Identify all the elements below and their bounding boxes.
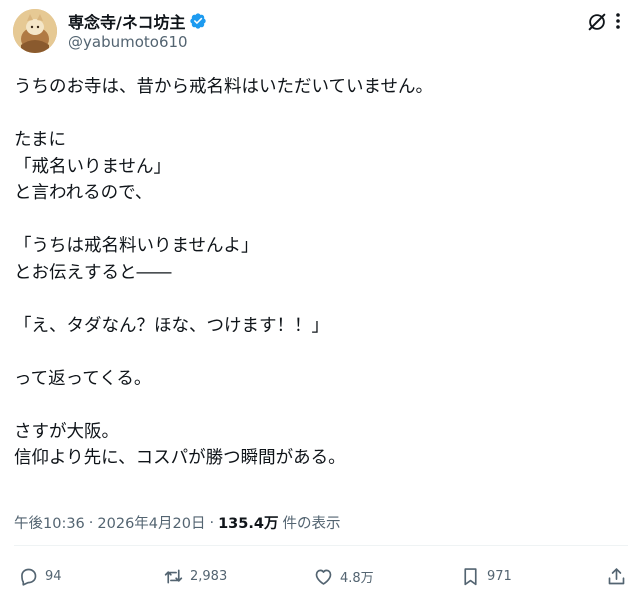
views-label: 件の表示	[282, 516, 341, 532]
divider	[14, 545, 628, 546]
like-icon	[313, 566, 334, 587]
bookmark-icon	[460, 566, 481, 587]
repost-icon	[163, 566, 184, 587]
action-bar: 94 2,983 4.8万 971	[0, 562, 640, 590]
more-icon[interactable]	[608, 10, 628, 32]
grok-icon[interactable]	[586, 11, 608, 33]
like-count: 4.8万	[340, 570, 374, 586]
reply-count: 94	[45, 568, 62, 584]
post-line: さすが大阪。	[14, 421, 119, 442]
tweet: 専念寺/ネコ坊主 @yabumoto610 うちのお寺は、昔から戒名料はいただい…	[0, 0, 640, 593]
post-line: 「え、タダなん？ほな、つけます！！」	[14, 315, 329, 336]
name-row: 専念寺/ネコ坊主	[68, 10, 207, 32]
bookmark-button[interactable]: 971	[460, 562, 512, 590]
post-line	[14, 392, 624, 419]
avatar-image	[13, 9, 57, 53]
avatar[interactable]	[13, 9, 57, 53]
post-line: って返ってくる。	[14, 368, 152, 389]
post-line: 信仰より先に、コスパが勝つ瞬間がある。	[14, 448, 346, 468]
share-button[interactable]	[606, 562, 627, 590]
reply-icon	[18, 566, 39, 587]
user-handle[interactable]: @yabumoto610	[68, 33, 188, 51]
post-line	[14, 101, 624, 128]
post-line: 「うちは戒名料いりませんよ」	[14, 236, 259, 256]
post-line: とお伝えすると――	[14, 262, 172, 283]
post-meta: 午後10:36 · 2026年4月20日 · 135.4万 件の表示	[14, 512, 340, 533]
post-date[interactable]: 2026年4月20日	[97, 512, 205, 533]
post-line	[14, 286, 624, 313]
verified-badge-icon	[189, 12, 207, 30]
post-time[interactable]: 午後10:36	[14, 512, 85, 533]
share-icon	[606, 566, 627, 587]
repost-button[interactable]: 2,983	[163, 562, 227, 590]
reply-button[interactable]: 94	[18, 562, 62, 590]
post-line	[14, 207, 624, 234]
post-line: たまに	[14, 130, 66, 150]
like-button[interactable]: 4.8万	[313, 562, 374, 590]
display-name[interactable]: 専念寺/ネコ坊主	[68, 9, 186, 33]
repost-count: 2,983	[190, 568, 228, 584]
meta-separator: ·	[88, 514, 94, 531]
post-line	[14, 339, 624, 366]
post-text: うちのお寺は、昔から戒名料はいただいていません。 たまに 「戒名いりません」 と…	[14, 74, 624, 472]
post-line: うちのお寺は、昔から戒名料はいただいていません。	[14, 77, 433, 97]
meta-separator: ·	[209, 514, 215, 531]
post-line: と言われるので、	[14, 183, 153, 203]
post-line: 「戒名いりません」	[14, 156, 171, 177]
views-count[interactable]: 135.4万	[218, 512, 278, 533]
bookmark-count: 971	[487, 568, 512, 584]
